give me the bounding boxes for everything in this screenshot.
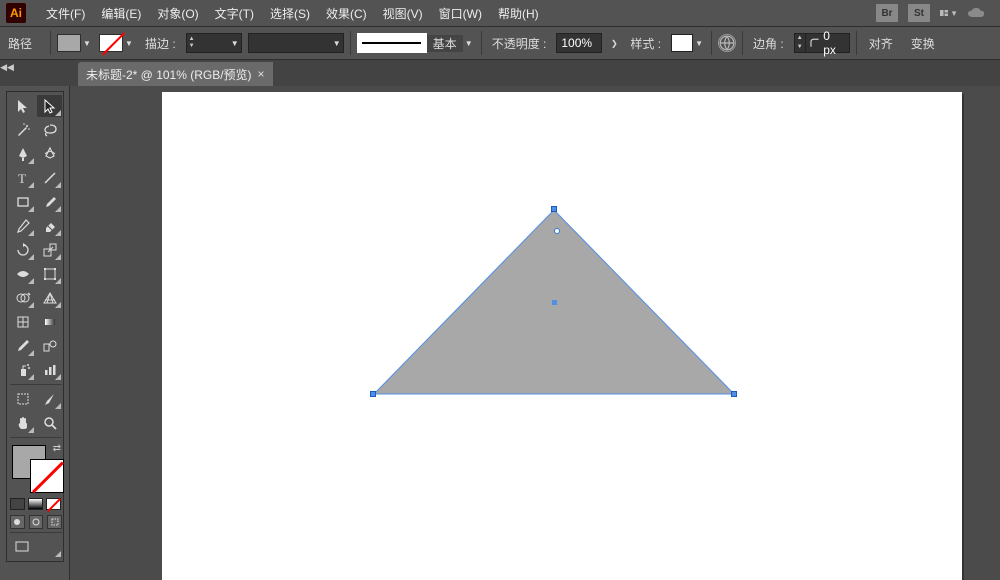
curvature-tool[interactable] [37, 143, 62, 165]
style-label: 样式 : [626, 35, 665, 52]
color-mode-row[interactable] [10, 495, 62, 510]
left-dock: T ⇄ [0, 86, 70, 580]
align-panel-button[interactable]: 对齐 [863, 32, 899, 55]
magic-wand-tool[interactable] [10, 119, 35, 141]
triangle-path[interactable] [374, 210, 736, 401]
mesh-tool[interactable] [10, 311, 35, 333]
eyedropper-tool[interactable] [10, 335, 35, 357]
vertical-scrollbar[interactable] [984, 86, 1000, 564]
pen-tool[interactable] [10, 143, 35, 165]
center-point-icon[interactable] [552, 300, 557, 305]
stroke-swatch[interactable]: ▼ [99, 34, 135, 52]
rotate-tool[interactable] [10, 239, 35, 261]
lasso-tool[interactable] [37, 119, 62, 141]
transform-panel-button[interactable]: 变换 [905, 32, 941, 55]
menu-view[interactable]: 视图(V) [377, 2, 429, 25]
menu-object[interactable]: 对象(O) [151, 2, 204, 25]
menu-window[interactable]: 窗口(W) [433, 2, 488, 25]
work-area [70, 86, 1000, 580]
draw-behind-icon [29, 515, 44, 529]
brush-definition[interactable]: 基本 ▼ [357, 33, 475, 53]
corner-label: 边角 : [749, 35, 788, 52]
corner-radius-input[interactable]: ▲▼ 0 px [794, 33, 850, 53]
fill-stroke-swatches[interactable]: ⇄ [10, 443, 62, 493]
graphic-style-swatch[interactable]: ▼ [671, 34, 705, 52]
opacity-dropdown[interactable]: ❯ [608, 34, 620, 52]
paintbrush-tool[interactable] [37, 191, 62, 213]
blend-tool[interactable] [37, 335, 62, 357]
menu-edit[interactable]: 编辑(E) [95, 2, 147, 25]
menu-select[interactable]: 选择(S) [264, 2, 316, 25]
document-tab-title: 未标题-2* @ 101% (RGB/预览) [86, 66, 252, 83]
opacity-label: 不透明度 : [488, 35, 551, 52]
draw-normal-icon [10, 515, 25, 529]
stroke-label: 描边 : [141, 35, 180, 52]
anchor-point-icon[interactable] [554, 228, 560, 234]
selection-handle-bl[interactable] [370, 391, 376, 397]
artboard-tool[interactable] [10, 388, 35, 410]
line-tool[interactable] [37, 167, 62, 189]
rectangle-tool[interactable] [10, 191, 35, 213]
menu-help[interactable]: 帮助(H) [492, 2, 545, 25]
document-tab-bar: 未标题-2* @ 101% (RGB/预览) × [0, 60, 1000, 86]
stroke-weight-input[interactable]: ▲▼ ▼ [186, 33, 242, 53]
menu-file[interactable]: 文件(F) [40, 2, 91, 25]
artboard[interactable] [162, 92, 962, 580]
type-tool[interactable]: T [10, 167, 35, 189]
eraser-tool[interactable] [37, 215, 62, 237]
selection-handle-top[interactable] [551, 206, 557, 212]
hand-tool[interactable] [10, 412, 35, 434]
perspective-grid-tool[interactable] [37, 287, 62, 309]
svg-text:T: T [18, 171, 26, 186]
screen-mode-row[interactable] [10, 512, 62, 529]
symbol-sprayer-tool[interactable] [10, 359, 35, 381]
free-transform-tool[interactable] [37, 263, 62, 285]
opacity-input[interactable]: 100% [556, 33, 602, 53]
sync-settings-icon[interactable] [968, 6, 986, 20]
shape-builder-tool[interactable] [10, 287, 35, 309]
app-logo: Ai [6, 3, 26, 23]
slice-tool[interactable] [37, 388, 62, 410]
stock-badge[interactable]: St [908, 4, 930, 22]
change-screen-mode[interactable] [10, 536, 62, 558]
column-graph-tool[interactable] [37, 359, 62, 381]
swap-fill-stroke-icon[interactable]: ⇄ [53, 443, 61, 454]
toolbox: T ⇄ [6, 91, 64, 562]
close-tab-icon[interactable]: × [258, 67, 265, 81]
bridge-badge[interactable]: Br [876, 4, 898, 22]
control-bar: 路径 ▼ ▼ 描边 : ▲▼ ▼ ▼ 基本 ▼ 不透明度 : 100% ❯ 样式… [0, 26, 1000, 60]
zoom-tool[interactable] [37, 412, 62, 434]
selection-handle-br[interactable] [731, 391, 737, 397]
selection-tool[interactable] [10, 95, 35, 117]
variable-width-profile[interactable]: ▼ [248, 33, 344, 53]
draw-inside-icon [47, 515, 62, 529]
direct-selection-tool[interactable] [37, 95, 62, 117]
menu-bar: Ai 文件(F) 编辑(E) 对象(O) 文字(T) 选择(S) 效果(C) 视… [0, 0, 1000, 26]
menu-effect[interactable]: 效果(C) [320, 2, 373, 25]
scale-tool[interactable] [37, 239, 62, 261]
pencil-tool[interactable] [10, 215, 35, 237]
width-tool[interactable] [10, 263, 35, 285]
gradient-tool[interactable] [37, 311, 62, 333]
fill-swatch[interactable]: ▼ [57, 34, 93, 52]
menu-type[interactable]: 文字(T) [209, 2, 260, 25]
panel-collapse-icon[interactable]: ◀◀ [0, 60, 14, 74]
selection-type-label: 路径 [4, 35, 44, 52]
recolor-artwork-icon[interactable] [718, 34, 736, 52]
document-tab[interactable]: 未标题-2* @ 101% (RGB/预览) × [78, 62, 273, 86]
arrange-documents-icon[interactable]: ▼ [940, 6, 958, 20]
